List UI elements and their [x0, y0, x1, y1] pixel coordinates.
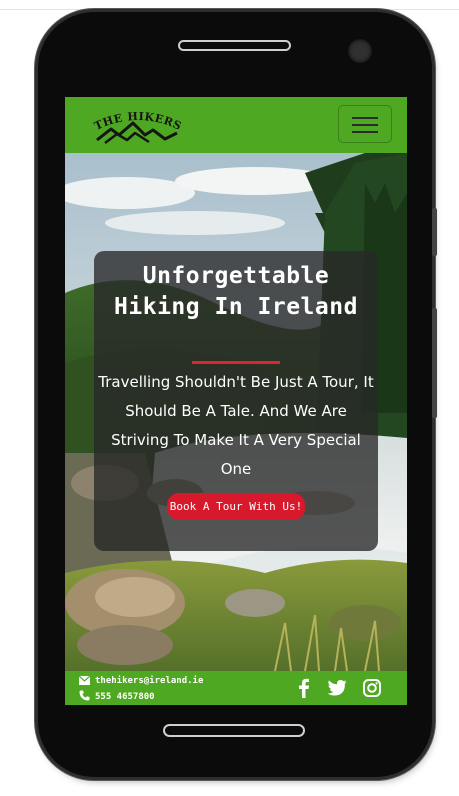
phone-icon: [79, 690, 90, 701]
hero-card: Unforgettable Hiking In Ireland Travelli…: [94, 251, 378, 551]
phone-speaker: [178, 40, 291, 51]
phone-camera: [348, 39, 372, 63]
envelope-icon: [79, 676, 90, 685]
browser-divider: [0, 9, 459, 10]
menu-toggle-button[interactable]: [338, 105, 392, 143]
phone-link[interactable]: 555 4657800: [79, 690, 155, 704]
hero-title: Unforgettable Hiking In Ireland: [114, 263, 358, 320]
facebook-icon[interactable]: [294, 678, 314, 698]
phone-home-bar: [163, 724, 305, 737]
hamburger-line: [352, 131, 378, 133]
hero-section: Unforgettable Hiking In Ireland Travelli…: [65, 153, 407, 671]
navbar: THE HIKERS: [65, 97, 407, 153]
volume-button: [432, 208, 437, 256]
book-tour-button[interactable]: Book A Tour With Us!: [167, 493, 305, 520]
email-text: thehikers@ireland.ie: [95, 676, 204, 686]
phone-screen: THE HIKERS Unforgettable Hiking In Irela…: [65, 97, 407, 705]
site-logo[interactable]: THE HIKERS: [92, 109, 183, 145]
title-underline: [192, 361, 280, 364]
hamburger-line: [352, 117, 378, 119]
power-button: [432, 308, 437, 418]
logo-mountain-icon: THE HIKERS: [92, 110, 183, 144]
email-link[interactable]: thehikers@ireland.ie: [79, 674, 203, 688]
phone-text: 555 4657800: [95, 692, 155, 702]
hamburger-line: [352, 124, 378, 126]
twitter-icon[interactable]: [327, 678, 347, 698]
hero-tagline: Travelling Shouldn't Be Just A Tour, It …: [98, 373, 374, 478]
instagram-icon[interactable]: [362, 678, 382, 698]
footer: thehikers@ireland.ie 555 4657800: [65, 671, 407, 705]
